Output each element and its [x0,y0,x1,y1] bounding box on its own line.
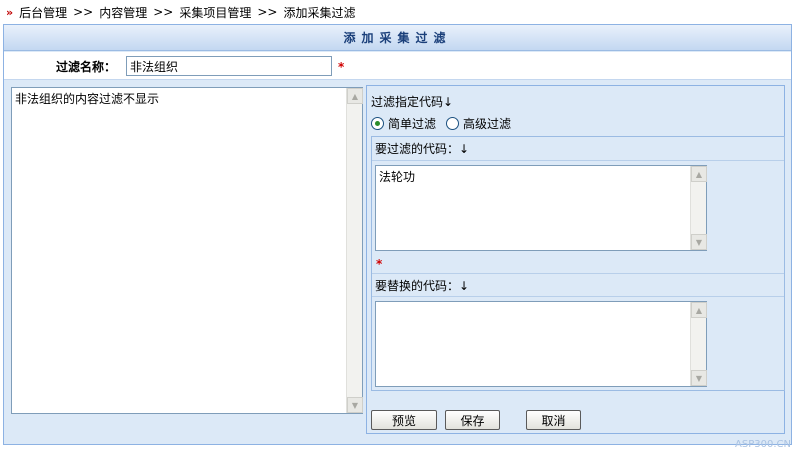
filter-name-label: 过滤名称： [56,60,117,74]
filter-code-panel-label: 过滤指定代码↓ [371,95,454,109]
main-form-frame: 添加采集过滤 过滤名称： * 非法组织的内容过滤不显示 ▲ ▼ 过滤指定代码↓ … [3,24,792,445]
watermark: ASP300.CN [735,439,791,450]
description-text: 非法组织的内容过滤不显示 [15,92,160,106]
required-mark: * [338,60,345,74]
description-scrollbar[interactable]: ▲ ▼ [346,88,363,413]
radio-selected-icon[interactable] [371,116,384,130]
scroll-down-icon[interactable]: ▼ [691,370,707,386]
filter-code-textarea[interactable]: 法轮功 ▲ ▼ [375,165,707,251]
breadcrumb-backend[interactable]: 后台管理 [19,4,67,21]
radio-advanced-filter[interactable]: 高级过滤 [446,115,511,132]
filter-code-panel: 过滤指定代码↓ 简单过滤 高级过滤 要过滤的代码：↓ 法轮功 ▲ ▼ * 要替换 [366,85,785,434]
breadcrumb: » 后台管理 >> 内容管理 >> 采集项目管理 >> 添加采集过滤 [6,3,356,21]
filter-mode-group: 简单过滤 高级过滤 [371,113,511,133]
radio-advanced-filter-label: 高级过滤 [463,116,512,131]
breadcrumb-collect-projects[interactable]: 采集项目管理 [179,4,251,21]
breadcrumb-separator: >> [73,5,94,19]
preview-button[interactable]: 预览 [371,410,437,430]
required-mark: * [376,257,383,271]
filter-code-label: 要过滤的代码：↓ [372,137,784,161]
scroll-down-icon[interactable]: ▼ [691,234,707,250]
cancel-button[interactable]: 取消 [526,410,581,430]
scroll-down-icon[interactable]: ▼ [347,397,363,413]
description-textarea[interactable]: 非法组织的内容过滤不显示 ▲ ▼ [11,87,363,414]
replace-code-text [376,302,690,386]
breadcrumb-content[interactable]: 内容管理 [99,4,147,21]
double-arrow-icon: » [6,5,13,19]
radio-simple-filter-label: 简单过滤 [388,116,437,131]
replace-code-textarea[interactable]: ▲ ▼ [375,301,707,387]
replace-code-label: 要替换的代码：↓ [372,273,784,297]
save-button[interactable]: 保存 [445,410,500,430]
scroll-up-icon[interactable]: ▲ [691,302,707,318]
scroll-up-icon[interactable]: ▲ [691,166,707,182]
breadcrumb-separator: >> [257,5,278,19]
scroll-up-icon[interactable]: ▲ [347,88,363,104]
breadcrumb-separator: >> [153,5,174,19]
form-title: 添加采集过滤 [4,25,791,51]
filter-name-row: 过滤名称： * [4,52,791,80]
action-buttons: 预览 保存 取消 [371,410,581,430]
replace-code-scrollbar[interactable]: ▲ ▼ [690,302,707,386]
filter-code-box: 要过滤的代码：↓ 法轮功 ▲ ▼ * 要替换的代码：↓ ▲ ▼ [371,136,785,391]
filter-name-input[interactable] [126,56,332,76]
radio-simple-filter[interactable]: 简单过滤 [371,115,436,132]
radio-unselected-icon[interactable] [446,116,460,130]
filter-code-text: 法轮功 [379,170,416,184]
filter-code-scrollbar[interactable]: ▲ ▼ [690,166,707,250]
breadcrumb-current: 添加采集过滤 [283,5,356,20]
